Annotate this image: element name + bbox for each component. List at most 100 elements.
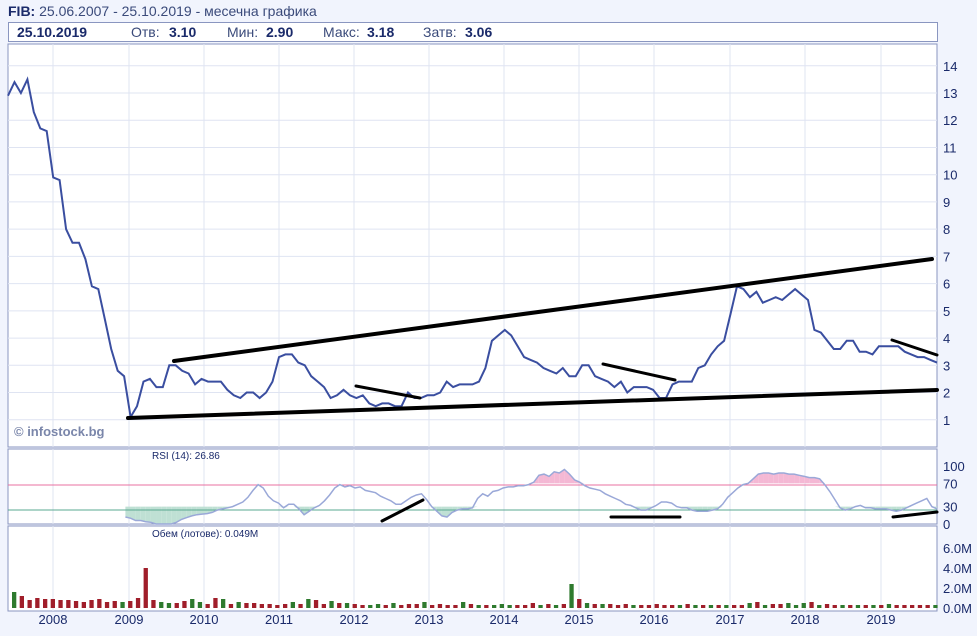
volume-bar — [584, 603, 590, 608]
volume-bar — [755, 602, 760, 608]
volume-bar — [430, 605, 435, 608]
volume-bar — [553, 605, 559, 608]
volume-bar — [600, 604, 605, 608]
volume-bar — [902, 605, 907, 608]
volume-bar — [732, 605, 737, 608]
rsi-overbought-fill — [778, 472, 784, 484]
volume-bar — [383, 605, 388, 608]
volume-bar — [406, 604, 412, 608]
volume-bar — [344, 603, 350, 608]
volume-bar — [135, 598, 141, 608]
volume-bar — [886, 604, 892, 608]
volume-bar — [143, 568, 148, 608]
volume-bar — [515, 605, 520, 608]
volume-bar — [197, 602, 203, 608]
x-tick-label: 2015 — [565, 612, 594, 627]
x-tick-label: 2008 — [39, 612, 68, 627]
x-tick-label: 2013 — [415, 612, 444, 627]
volume-bar — [437, 604, 443, 608]
volume-bar — [561, 604, 566, 608]
y-tick-label: 14 — [943, 59, 957, 74]
volume-bar — [468, 604, 474, 608]
rsi-tick-label: 70 — [943, 476, 957, 491]
volume-bar — [306, 599, 311, 608]
volume-bar — [809, 602, 814, 608]
rsi-tick-label: 30 — [943, 500, 957, 515]
rsi-oversold-fill — [166, 506, 172, 524]
volume-bar — [670, 605, 675, 608]
volume-bar — [793, 605, 799, 608]
volume-bar — [654, 604, 659, 608]
y-tick-label: 11 — [943, 140, 957, 155]
y-tick-label: 3 — [943, 358, 950, 373]
volume-bar — [445, 605, 450, 608]
x-tick-label: 2018 — [791, 612, 820, 627]
volume-bar — [592, 604, 597, 608]
volume-bar — [228, 604, 234, 608]
volume-bar — [73, 601, 79, 608]
volume-bar — [623, 604, 628, 608]
rsi-label: RSI (14): 26.86 — [152, 451, 220, 462]
volume-bar — [58, 600, 63, 608]
volume-bar — [863, 605, 868, 608]
volume-bar — [283, 604, 288, 608]
volume-bar — [778, 604, 783, 608]
volume-bar — [337, 603, 342, 608]
y-tick-label: 8 — [943, 222, 950, 237]
volume-tick-label: 4.0M — [943, 561, 972, 576]
volume-bar — [739, 605, 744, 608]
volume-bar — [275, 605, 280, 608]
volume-bar — [375, 604, 381, 608]
rsi-oversold-fill — [145, 506, 151, 523]
volume-bar — [484, 605, 489, 608]
rsi-tick-label: 0 — [943, 517, 950, 532]
volume-bar — [747, 603, 752, 608]
y-tick-label: 12 — [943, 113, 957, 128]
rsi-tick-label: 100 — [943, 459, 965, 474]
x-tick-label: 2009 — [115, 612, 144, 627]
volume-bar — [174, 603, 179, 608]
volume-bar — [933, 605, 938, 608]
volume-bar — [685, 604, 690, 608]
volume-bar — [662, 605, 667, 608]
volume-bar — [855, 605, 861, 608]
y-tick-label: 5 — [943, 304, 950, 319]
volume-bar — [917, 605, 923, 608]
stock-chart: 2008 2009 2010 2011 2012 2013 2014 2015 2016 2017… — [7, 43, 972, 627]
volume-bar — [19, 596, 24, 608]
price-panel — [7, 43, 938, 448]
volume-bar — [43, 599, 48, 608]
volume-bar — [313, 600, 319, 608]
volume-bar — [716, 605, 721, 608]
volume-bar — [538, 605, 543, 608]
volume-bar — [104, 602, 110, 608]
volume-bar — [97, 599, 102, 608]
volume-bar — [832, 605, 837, 608]
volume-bar — [530, 603, 535, 608]
volume-bar — [422, 602, 427, 608]
y-tick-label: 10 — [943, 168, 957, 183]
volume-bar — [817, 605, 822, 608]
volume-tick-label: 6.0M — [943, 541, 972, 556]
volume-bar — [840, 605, 845, 608]
rsi-overbought-fill — [763, 472, 769, 484]
volume-bar — [50, 599, 55, 608]
volume-bar — [236, 602, 241, 608]
volume-bar — [267, 604, 272, 608]
volume-bar — [879, 605, 884, 608]
volume-bar — [824, 604, 830, 608]
volume-bar — [701, 605, 706, 608]
volume-bar — [352, 604, 357, 608]
volume-bar — [894, 605, 899, 608]
y-tick-label: 13 — [943, 86, 957, 101]
volume-bar — [221, 599, 226, 608]
volume-bar — [786, 603, 791, 608]
volume-bar — [677, 605, 683, 608]
y-tick-label: 9 — [943, 195, 950, 210]
x-tick-label: 2011 — [265, 612, 293, 627]
rsi-overbought-fill — [809, 477, 815, 484]
x-tick-label: 2010 — [190, 612, 219, 627]
y-tick-label: 6 — [943, 277, 950, 292]
x-tick-label: 2014 — [490, 612, 519, 627]
volume-bar — [368, 605, 373, 608]
